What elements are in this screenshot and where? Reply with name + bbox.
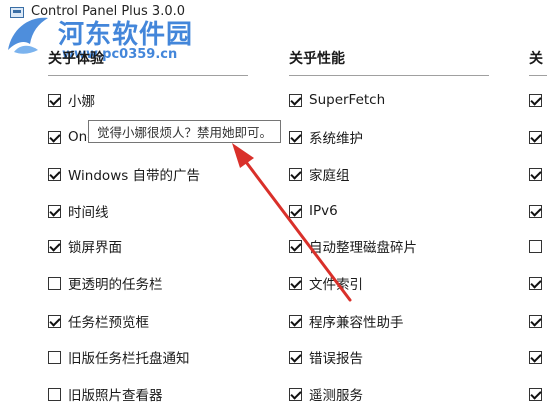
annotation-arrow-icon <box>232 143 352 302</box>
